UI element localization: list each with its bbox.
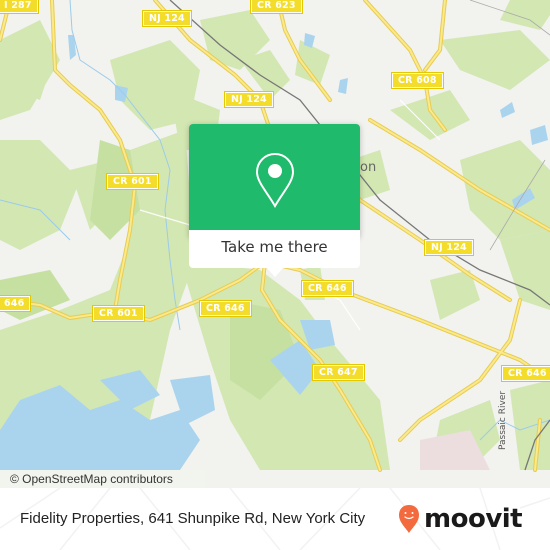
road-shield: CR 623 [250,0,303,14]
moovit-logo[interactable]: moovit [398,502,523,536]
brand-name: moovit [424,504,523,534]
road-shield: CR 646 [501,365,550,382]
destination-popup: Take me there [189,124,360,277]
road-shield: CR 601 [106,173,159,190]
river-label: Passaic River [498,390,508,450]
destination-address: Fidelity Properties, 641 Shunpike Rd, Ne… [20,510,366,527]
road-shield: NJ 124 [424,239,474,256]
road-shield: CR 608 [391,72,444,89]
place-label: on [360,160,377,175]
take-me-there-button[interactable]: Take me there [189,230,360,268]
location-pin-icon [255,152,295,208]
popup-pointer [267,268,283,277]
road-shield: CR 646 [301,280,354,297]
road-shield: I 287 [0,0,39,14]
map-view[interactable]: I 287 NJ 124 CR 623 NJ 124 CR 608 CR 601… [0,0,550,488]
road-shield: 646 [0,295,32,312]
road-shield: CR 646 [199,300,252,317]
moovit-pin-icon [399,505,419,533]
road-shield: CR 647 [312,364,365,381]
map-attribution[interactable]: © OpenStreetMap contributors [0,470,205,488]
road-shield: CR 601 [92,305,145,322]
footer: Fidelity Properties, 641 Shunpike Rd, Ne… [0,488,550,550]
popup-header [189,124,360,230]
road-shield: NJ 124 [142,10,192,27]
road-shield: NJ 124 [224,91,274,108]
